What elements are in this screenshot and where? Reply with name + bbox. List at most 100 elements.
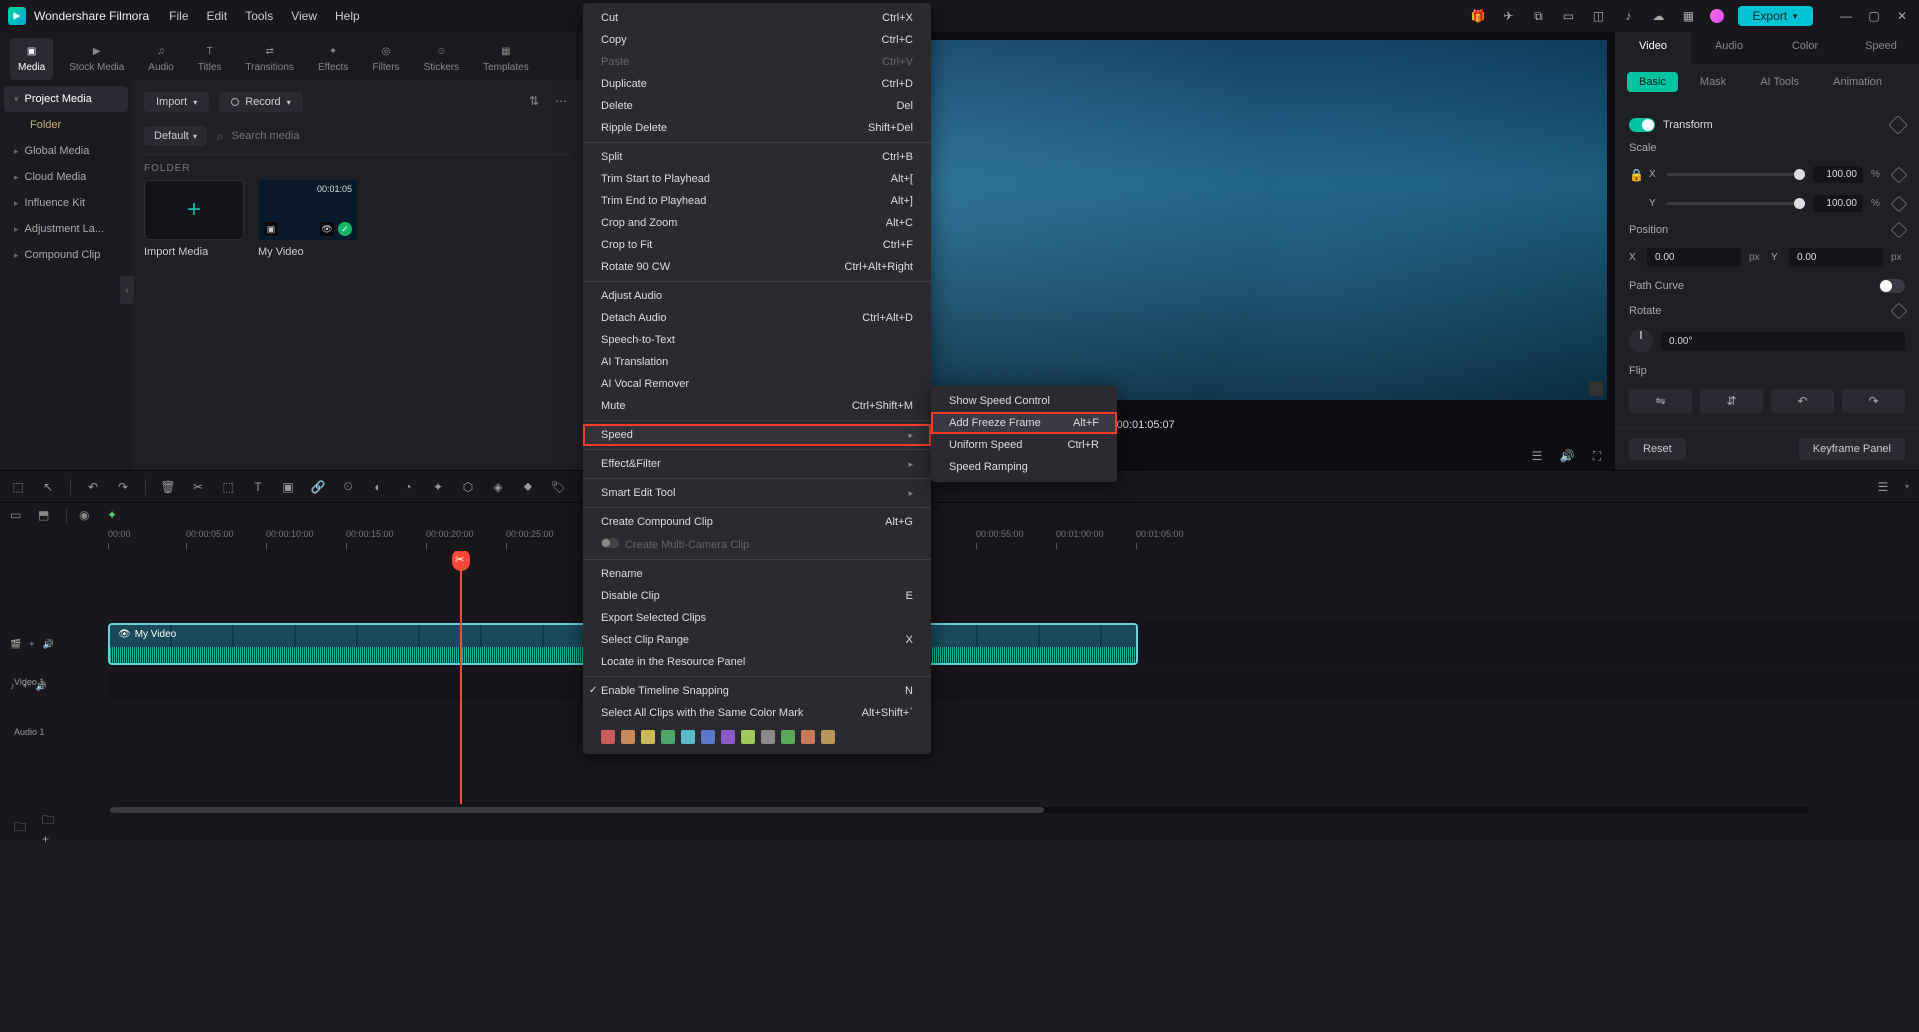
- ctx-split[interactable]: SplitCtrl+B: [583, 146, 931, 168]
- color-swatch[interactable]: [621, 730, 635, 744]
- tag-icon[interactable]: 🏷: [550, 479, 566, 495]
- tab-video[interactable]: Video: [1615, 32, 1691, 64]
- color-swatch[interactable]: [781, 730, 795, 744]
- ctx-sub-uniform-speed[interactable]: Uniform SpeedCtrl+R: [931, 434, 1117, 456]
- search-input[interactable]: ⌕: [217, 129, 571, 144]
- tab-filters[interactable]: ◎Filters: [364, 38, 407, 80]
- undo-icon[interactable]: ↶: [85, 479, 101, 495]
- menu-help[interactable]: Help: [335, 9, 360, 23]
- fx1-icon[interactable]: ✦: [430, 479, 446, 495]
- tab-transitions[interactable]: ⇄Transitions: [237, 38, 302, 80]
- import-media-tile[interactable]: + Import Media: [144, 180, 244, 258]
- ctx-trim-start-to-playhead[interactable]: Trim Start to PlayheadAlt+[: [583, 168, 931, 190]
- add-track-icon[interactable]: +: [29, 639, 34, 649]
- tab-audio-props[interactable]: Audio: [1691, 32, 1767, 64]
- link-icon[interactable]: 🔗: [310, 479, 326, 495]
- ctx-speech-to-text[interactable]: Speech-to-Text: [583, 329, 931, 351]
- tab-stock-media[interactable]: ▶Stock Media: [61, 38, 132, 80]
- flip-h-button[interactable]: ⇋: [1629, 389, 1692, 413]
- ctx-locate-in-the-resource-panel[interactable]: Locate in the Resource Panel: [583, 651, 931, 673]
- tab-stickers[interactable]: ☺Stickers: [416, 38, 468, 80]
- pos-y-input[interactable]: 0.00: [1789, 248, 1883, 267]
- tab-templates[interactable]: ▦Templates: [475, 38, 537, 80]
- tab-media[interactable]: ▣Media: [10, 38, 53, 80]
- mode2-icon[interactable]: ⬒: [38, 508, 54, 524]
- color-swatch[interactable]: [641, 730, 655, 744]
- import-button[interactable]: Import▾: [144, 92, 209, 112]
- fx2-icon[interactable]: ⬡: [460, 479, 476, 495]
- magnet-icon[interactable]: ⬚: [10, 479, 26, 495]
- video-label-icon[interactable]: 🎬: [10, 639, 21, 650]
- ctx-ai-translation[interactable]: AI Translation: [583, 351, 931, 373]
- gift-icon[interactable]: 🎁: [1470, 8, 1486, 24]
- screenshot-icon[interactable]: ▣: [280, 479, 296, 495]
- keyframe-panel-button[interactable]: Keyframe Panel: [1799, 438, 1905, 460]
- timeline-ruler[interactable]: 00:00 00:00:05:00 00:00:10:00 00:00:15:0…: [108, 529, 1919, 551]
- menu-tools[interactable]: Tools: [245, 9, 273, 23]
- ctx-export-selected-clips[interactable]: Export Selected Clips: [583, 607, 931, 629]
- user-avatar-icon[interactable]: [1710, 9, 1724, 23]
- subtab-animation[interactable]: Animation: [1821, 72, 1894, 92]
- tab-speed[interactable]: Speed: [1843, 32, 1919, 64]
- ctx-create-compound-clip[interactable]: Create Compound ClipAlt+G: [583, 511, 931, 533]
- mode3-icon[interactable]: ◉: [79, 508, 95, 524]
- ctx-rotate-90-cw[interactable]: Rotate 90 CWCtrl+Alt+Right: [583, 256, 931, 278]
- folder-icon[interactable]: 🗀: [12, 820, 28, 836]
- subtab-mask[interactable]: Mask: [1688, 72, 1738, 92]
- playhead[interactable]: [460, 551, 462, 804]
- color-swatch[interactable]: [821, 730, 835, 744]
- scale-x-slider[interactable]: [1667, 173, 1805, 176]
- sort-default-button[interactable]: Default▾: [144, 126, 207, 146]
- color-swatch[interactable]: [601, 730, 615, 744]
- ctx-sub-show-speed-control[interactable]: Show Speed Control: [931, 390, 1117, 412]
- minimize-button[interactable]: —: [1837, 7, 1855, 25]
- marker-icon[interactable]: ◈: [490, 479, 506, 495]
- ctx-mute[interactable]: MuteCtrl+Shift+M: [583, 395, 931, 417]
- ctx-crop-and-zoom[interactable]: Crop and ZoomAlt+C: [583, 212, 931, 234]
- tab-titles[interactable]: TTitles: [190, 38, 230, 80]
- transform-toggle[interactable]: [1629, 118, 1655, 132]
- cut-icon[interactable]: ✂: [190, 479, 206, 495]
- scale-x-keyframe-icon[interactable]: [1891, 166, 1908, 183]
- ctx-rename[interactable]: Rename: [583, 563, 931, 585]
- subtab-ai-tools[interactable]: AI Tools: [1748, 72, 1811, 92]
- mode1-icon[interactable]: ▭: [10, 508, 26, 524]
- marker2-icon[interactable]: ⬥: [520, 479, 536, 495]
- reset-button[interactable]: Reset: [1629, 438, 1686, 460]
- subtab-basic[interactable]: Basic: [1627, 72, 1678, 92]
- ctx-select-clip-range[interactable]: Select Clip RangeX: [583, 629, 931, 651]
- ctx-enable-timeline-snapping[interactable]: ✓Enable Timeline SnappingN: [583, 680, 931, 702]
- ctx-trim-end-to-playhead[interactable]: Trim End to PlayheadAlt+]: [583, 190, 931, 212]
- mode4-icon[interactable]: ✦: [107, 508, 123, 524]
- list-view-icon[interactable]: ☰: [1875, 479, 1891, 495]
- tab-color[interactable]: Color: [1767, 32, 1843, 64]
- sidebar-item-influence-kit[interactable]: ▸Influence Kit: [4, 190, 128, 216]
- ctx-adjust-audio[interactable]: Adjust Audio: [583, 285, 931, 307]
- ctx-cut[interactable]: CutCtrl+X: [583, 7, 931, 29]
- scale-y-input[interactable]: 100.00: [1813, 195, 1863, 212]
- rotate-dial[interactable]: [1629, 329, 1653, 353]
- ctx-duplicate[interactable]: DuplicateCtrl+D: [583, 73, 931, 95]
- crop-icon[interactable]: ⬚: [220, 479, 236, 495]
- path-curve-toggle[interactable]: [1879, 279, 1905, 293]
- color-swatch[interactable]: [741, 730, 755, 744]
- audio-icon[interactable]: ♪: [1620, 8, 1636, 24]
- more-icon[interactable]: ⋯: [555, 94, 571, 110]
- list-icon[interactable]: ☰: [1529, 448, 1545, 464]
- sort-icon[interactable]: ⇅: [529, 94, 545, 110]
- color-swatch[interactable]: [761, 730, 775, 744]
- scale-y-keyframe-icon[interactable]: [1891, 195, 1908, 212]
- close-button[interactable]: ✕: [1893, 7, 1911, 25]
- menu-edit[interactable]: Edit: [207, 9, 228, 23]
- position-keyframe-icon[interactable]: [1891, 222, 1908, 239]
- rotate-keyframe-icon[interactable]: [1891, 303, 1908, 320]
- ctx-crop-to-fit[interactable]: Crop to FitCtrl+F: [583, 234, 931, 256]
- apps-icon[interactable]: ▦: [1680, 8, 1696, 24]
- sidebar-item-adjustment-layer[interactable]: ▸Adjustment La...: [4, 216, 128, 242]
- corner-handle-icon[interactable]: [1589, 382, 1603, 396]
- ctx-smart-edit-tool[interactable]: Smart Edit Tool▸: [583, 482, 931, 504]
- text-icon[interactable]: T: [250, 479, 266, 495]
- cloud-icon[interactable]: ☁: [1650, 8, 1666, 24]
- export-button[interactable]: Export▼: [1738, 6, 1813, 26]
- media-tile-my-video[interactable]: 00:01:05 ▣ 👁✓ My Video: [258, 180, 358, 258]
